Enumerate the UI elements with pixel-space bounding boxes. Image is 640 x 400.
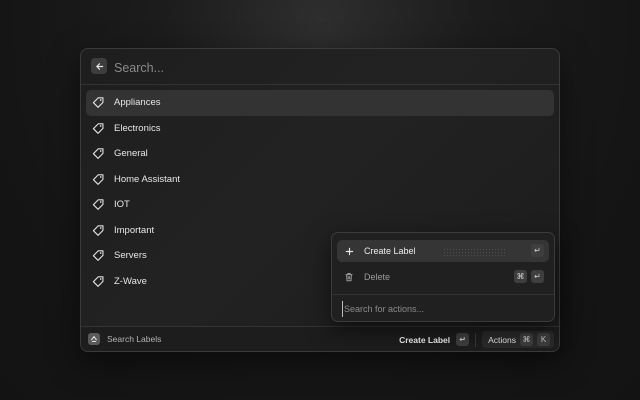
list-item-label: Z-Wave xyxy=(114,275,147,287)
list-item-label: IOT xyxy=(114,199,130,211)
footer-title: Search Labels xyxy=(107,334,162,344)
list-item-electronics[interactable]: Electronics xyxy=(86,116,554,142)
divider xyxy=(475,332,477,347)
shortcut: ⌘ ↵ xyxy=(514,270,544,283)
cmd-key-badge: ⌘ xyxy=(520,333,533,346)
tag-icon xyxy=(92,198,105,211)
divider xyxy=(332,294,554,295)
footer-actions: Create Label ↵ Actions ⌘ K xyxy=(399,331,554,348)
back-button[interactable] xyxy=(91,58,107,74)
arrow-left-icon xyxy=(95,62,103,70)
action-search-input[interactable] xyxy=(342,301,546,317)
enter-key-badge: ↵ xyxy=(456,333,470,346)
tag-icon xyxy=(92,122,105,135)
decorative-dots xyxy=(443,248,505,256)
action-delete[interactable]: Delete ⌘ ↵ xyxy=(337,266,549,288)
list-item-general[interactable]: General xyxy=(86,141,554,167)
primary-action-label: Create Label xyxy=(399,334,451,345)
action-label: Delete xyxy=(364,272,391,282)
create-label-button[interactable]: Create Label ↵ xyxy=(399,333,470,346)
k-key-badge: K xyxy=(537,333,550,346)
shortcut: ↵ xyxy=(531,244,544,257)
action-label: Create Label xyxy=(364,246,416,256)
search-input[interactable] xyxy=(112,57,416,79)
actions-label: Actions xyxy=(488,334,516,345)
list-item-label: General xyxy=(114,148,148,160)
tag-icon xyxy=(92,224,105,237)
tag-icon xyxy=(92,173,105,186)
tag-icon xyxy=(92,275,105,288)
enter-key-badge: ↵ xyxy=(531,244,544,257)
actions-panel: Create Label ↵ Delete ⌘ ↵ xyxy=(331,232,555,322)
footer-bar: Search Labels Create Label ↵ Actions ⌘ K xyxy=(81,326,559,351)
list-item-label: Important xyxy=(114,224,155,236)
tag-icon xyxy=(92,96,105,109)
search-bar xyxy=(81,49,559,85)
list-item-label: Electronics xyxy=(114,122,161,134)
cmd-key-badge: ⌘ xyxy=(514,270,527,283)
list-item-home-assistant[interactable]: Home Assistant xyxy=(86,167,554,193)
list-item-label: Servers xyxy=(114,250,147,262)
trash-icon xyxy=(343,272,355,282)
list-item-appliances[interactable]: Appliances xyxy=(86,90,554,116)
tag-icon xyxy=(92,147,105,160)
plus-icon xyxy=(343,247,355,256)
list-item-label: Appliances xyxy=(114,97,161,109)
enter-key-badge: ↵ xyxy=(531,270,544,283)
action-create-label[interactable]: Create Label ↵ xyxy=(337,240,549,262)
list-item-iot[interactable]: IOT xyxy=(86,192,554,218)
list-item-label: Home Assistant xyxy=(114,173,180,185)
extension-icon xyxy=(88,333,100,345)
tag-icon xyxy=(92,249,105,262)
actions-button[interactable]: Actions ⌘ K xyxy=(482,331,554,348)
